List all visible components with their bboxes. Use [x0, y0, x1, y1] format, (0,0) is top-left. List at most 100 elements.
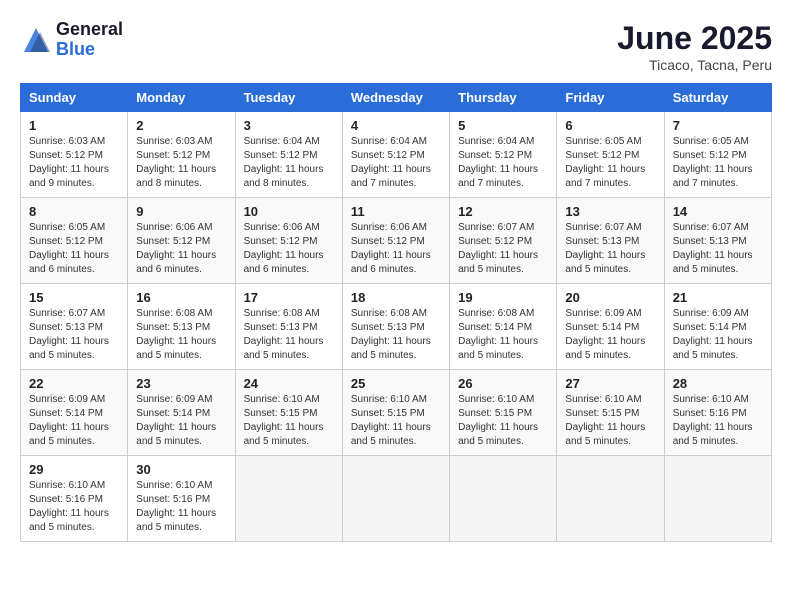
calendar-cell: 24 Sunrise: 6:10 AMSunset: 5:15 PMDayligh… — [235, 370, 342, 456]
day-number: 24 — [244, 376, 334, 391]
calendar-cell: 12 Sunrise: 6:07 AMSunset: 5:12 PMDayligh… — [450, 198, 557, 284]
calendar-cell: 11 Sunrise: 6:06 AMSunset: 5:12 PMDayligh… — [342, 198, 449, 284]
cell-info: Sunrise: 6:10 AMSunset: 5:15 PMDaylight:… — [244, 393, 334, 449]
calendar-cell — [342, 456, 449, 542]
day-number: 28 — [673, 376, 763, 391]
day-number: 17 — [244, 290, 334, 305]
calendar-cell: 30 Sunrise: 6:10 AMSunset: 5:16 PMDayligh… — [128, 456, 235, 542]
week-row-4: 22 Sunrise: 6:09 AMSunset: 5:14 PMDayligh… — [21, 370, 772, 456]
calendar-cell: 5 Sunrise: 6:04 AMSunset: 5:12 PMDaylight… — [450, 112, 557, 198]
cell-info: Sunrise: 6:04 AMSunset: 5:12 PMDaylight:… — [458, 135, 548, 191]
weekday-header-saturday: Saturday — [664, 84, 771, 112]
calendar-cell: 3 Sunrise: 6:04 AMSunset: 5:12 PMDaylight… — [235, 112, 342, 198]
week-row-2: 8Sunrise: 6:05 AMSunset: 5:12 PMDaylight… — [21, 198, 772, 284]
cell-info: Sunrise: 6:10 AMSunset: 5:15 PMDaylight:… — [458, 393, 548, 449]
location: Ticaco, Tacna, Peru — [617, 57, 772, 73]
calendar-table: SundayMondayTuesdayWednesdayThursdayFrid… — [20, 83, 772, 542]
header: General Blue June 2025 Ticaco, Tacna, Pe… — [20, 20, 772, 73]
logo-general-text: General — [56, 20, 123, 40]
day-number: 16 — [136, 290, 226, 305]
weekday-header-row: SundayMondayTuesdayWednesdayThursdayFrid… — [21, 84, 772, 112]
calendar-cell: 6Sunrise: 6:05 AMSunset: 5:12 PMDaylight… — [557, 112, 664, 198]
day-number: 1 — [29, 118, 119, 133]
cell-info: Sunrise: 6:09 AMSunset: 5:14 PMDaylight:… — [565, 307, 655, 363]
day-number: 14 — [673, 204, 763, 219]
cell-info: Sunrise: 6:10 AMSunset: 5:16 PMDaylight:… — [136, 479, 226, 535]
calendar-cell — [557, 456, 664, 542]
day-number: 22 — [29, 376, 119, 391]
calendar-cell: 20 Sunrise: 6:09 AMSunset: 5:14 PMDayligh… — [557, 284, 664, 370]
cell-info: Sunrise: 6:07 AMSunset: 5:13 PMDaylight:… — [673, 221, 763, 277]
calendar-cell: 14 Sunrise: 6:07 AMSunset: 5:13 PMDayligh… — [664, 198, 771, 284]
cell-info: Sunrise: 6:08 AMSunset: 5:13 PMDaylight:… — [136, 307, 226, 363]
week-row-3: 15Sunrise: 6:07 AMSunset: 5:13 PMDayligh… — [21, 284, 772, 370]
calendar-cell: 13 Sunrise: 6:07 AMSunset: 5:13 PMDayligh… — [557, 198, 664, 284]
cell-info: Sunrise: 6:08 AMSunset: 5:13 PMDaylight:… — [244, 307, 334, 363]
calendar-cell — [235, 456, 342, 542]
cell-info: Sunrise: 6:08 AMSunset: 5:14 PMDaylight:… — [458, 307, 548, 363]
day-number: 19 — [458, 290, 548, 305]
day-number: 11 — [351, 204, 441, 219]
day-number: 4 — [351, 118, 441, 133]
cell-info: Sunrise: 6:05 AMSunset: 5:12 PMDaylight:… — [29, 221, 119, 277]
calendar-cell: 8Sunrise: 6:05 AMSunset: 5:12 PMDaylight… — [21, 198, 128, 284]
calendar-cell — [664, 456, 771, 542]
weekday-header-thursday: Thursday — [450, 84, 557, 112]
day-number: 25 — [351, 376, 441, 391]
cell-info: Sunrise: 6:04 AMSunset: 5:12 PMDaylight:… — [244, 135, 334, 191]
cell-info: Sunrise: 6:10 AMSunset: 5:16 PMDaylight:… — [673, 393, 763, 449]
day-number: 3 — [244, 118, 334, 133]
cell-info: Sunrise: 6:10 AMSunset: 5:15 PMDaylight:… — [565, 393, 655, 449]
day-number: 10 — [244, 204, 334, 219]
calendar-cell: 15Sunrise: 6:07 AMSunset: 5:13 PMDayligh… — [21, 284, 128, 370]
day-number: 5 — [458, 118, 548, 133]
calendar-cell: 4Sunrise: 6:04 AMSunset: 5:12 PMDaylight… — [342, 112, 449, 198]
calendar-cell: 7 Sunrise: 6:05 AMSunset: 5:12 PMDaylight… — [664, 112, 771, 198]
cell-info: Sunrise: 6:05 AMSunset: 5:12 PMDaylight:… — [565, 135, 655, 191]
calendar-cell: 22Sunrise: 6:09 AMSunset: 5:14 PMDayligh… — [21, 370, 128, 456]
weekday-header-sunday: Sunday — [21, 84, 128, 112]
day-number: 12 — [458, 204, 548, 219]
day-number: 13 — [565, 204, 655, 219]
cell-info: Sunrise: 6:05 AMSunset: 5:12 PMDaylight:… — [673, 135, 763, 191]
day-number: 20 — [565, 290, 655, 305]
calendar-cell: 10Sunrise: 6:06 AMSunset: 5:12 PMDayligh… — [235, 198, 342, 284]
cell-info: Sunrise: 6:06 AMSunset: 5:12 PMDaylight:… — [351, 221, 441, 277]
calendar-cell: 21 Sunrise: 6:09 AMSunset: 5:14 PMDayligh… — [664, 284, 771, 370]
week-row-5: 29 Sunrise: 6:10 AMSunset: 5:16 PMDayligh… — [21, 456, 772, 542]
logo-icon — [20, 24, 52, 56]
day-number: 27 — [565, 376, 655, 391]
logo: General Blue — [20, 20, 123, 60]
day-number: 9 — [136, 204, 226, 219]
calendar-cell — [450, 456, 557, 542]
calendar-cell: 9 Sunrise: 6:06 AMSunset: 5:12 PMDaylight… — [128, 198, 235, 284]
logo-blue-text: Blue — [56, 40, 123, 60]
calendar-cell: 1 Sunrise: 6:03 AMSunset: 5:12 PMDaylight… — [21, 112, 128, 198]
calendar-cell: 19 Sunrise: 6:08 AMSunset: 5:14 PMDayligh… — [450, 284, 557, 370]
day-number: 18 — [351, 290, 441, 305]
day-number: 2 — [136, 118, 226, 133]
day-number: 7 — [673, 118, 763, 133]
cell-info: Sunrise: 6:06 AMSunset: 5:12 PMDaylight:… — [136, 221, 226, 277]
weekday-header-friday: Friday — [557, 84, 664, 112]
calendar-cell: 29 Sunrise: 6:10 AMSunset: 5:16 PMDayligh… — [21, 456, 128, 542]
cell-info: Sunrise: 6:03 AMSunset: 5:12 PMDaylight:… — [136, 135, 226, 191]
cell-info: Sunrise: 6:07 AMSunset: 5:12 PMDaylight:… — [458, 221, 548, 277]
title-area: June 2025 Ticaco, Tacna, Peru — [617, 20, 772, 73]
calendar-cell: 25Sunrise: 6:10 AMSunset: 5:15 PMDayligh… — [342, 370, 449, 456]
cell-info: Sunrise: 6:09 AMSunset: 5:14 PMDaylight:… — [136, 393, 226, 449]
cell-info: Sunrise: 6:03 AMSunset: 5:12 PMDaylight:… — [29, 135, 119, 191]
day-number: 30 — [136, 462, 226, 477]
calendar-cell: 2 Sunrise: 6:03 AMSunset: 5:12 PMDaylight… — [128, 112, 235, 198]
calendar-cell: 26Sunrise: 6:10 AMSunset: 5:15 PMDayligh… — [450, 370, 557, 456]
day-number: 23 — [136, 376, 226, 391]
cell-info: Sunrise: 6:10 AMSunset: 5:16 PMDaylight:… — [29, 479, 119, 535]
day-number: 15 — [29, 290, 119, 305]
weekday-header-monday: Monday — [128, 84, 235, 112]
cell-info: Sunrise: 6:07 AMSunset: 5:13 PMDaylight:… — [565, 221, 655, 277]
cell-info: Sunrise: 6:08 AMSunset: 5:13 PMDaylight:… — [351, 307, 441, 363]
cell-info: Sunrise: 6:09 AMSunset: 5:14 PMDaylight:… — [673, 307, 763, 363]
day-number: 21 — [673, 290, 763, 305]
calendar-cell: 18 Sunrise: 6:08 AMSunset: 5:13 PMDayligh… — [342, 284, 449, 370]
day-number: 29 — [29, 462, 119, 477]
